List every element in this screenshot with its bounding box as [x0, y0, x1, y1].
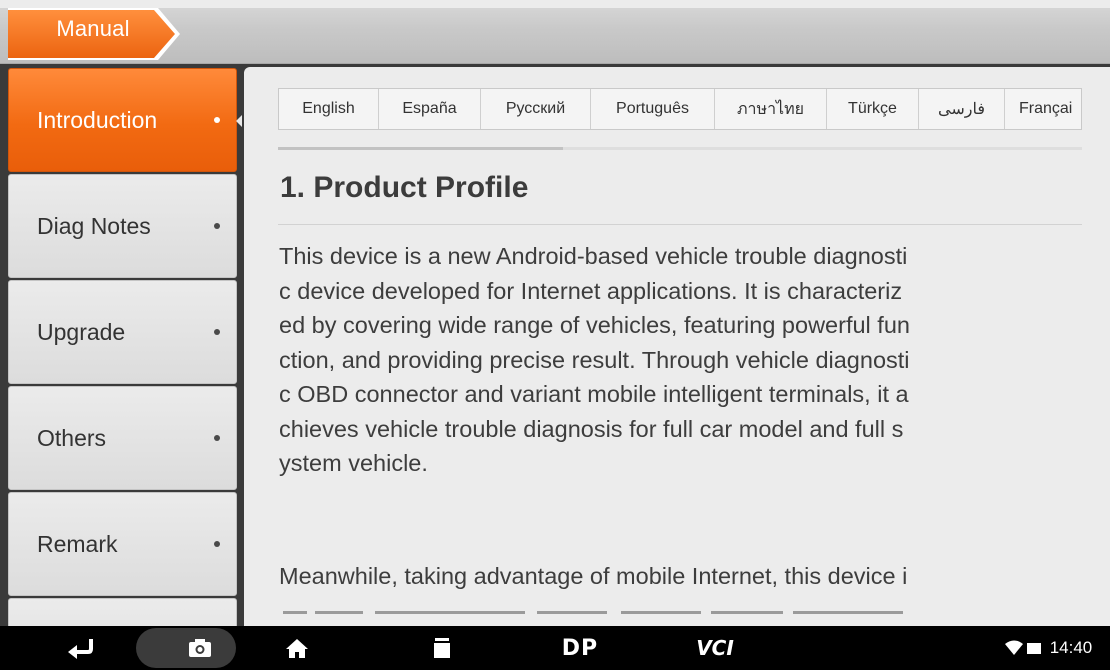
text-line: This device is a new Android-based vehic… [279, 243, 908, 269]
sidebar: Introduction Diag Notes Upgrade Others R… [0, 64, 242, 626]
top-strip [0, 0, 1110, 8]
sidebar-item-upgrade[interactable]: Upgrade [8, 280, 237, 384]
sidebar-item-introduction[interactable]: Introduction [8, 68, 237, 172]
section-heading: 1. Product Profile [280, 171, 529, 204]
bullet-icon [214, 117, 220, 123]
language-selector[interactable]: English España Русский Português ภาษาไทย… [278, 88, 1082, 130]
manual-content-panel[interactable]: English España Русский Português ภาษาไทย… [244, 67, 1110, 626]
system-nav-bar: DP VCI 14:40 [0, 626, 1110, 670]
vci-logo-icon: VCI [696, 636, 734, 660]
back-arrow-icon [68, 639, 93, 659]
clock-text: 14:40 [1049, 638, 1093, 657]
lang-option-turkce[interactable]: Türkçe [827, 89, 919, 129]
text-line: ction, and providing precise result. Thr… [279, 346, 910, 373]
bullet-icon [214, 223, 220, 229]
home-button[interactable] [282, 626, 312, 670]
lang-option-francais[interactable]: Françai [1005, 89, 1081, 129]
clipped-text-fragment [283, 610, 903, 614]
sidebar-item-label: Introduction [37, 106, 158, 133]
sidebar-item-remark[interactable]: Remark [8, 492, 237, 596]
paragraph-1: This device is a new Android-based vehic… [279, 239, 1085, 481]
wifi-icon [1003, 626, 1025, 670]
sidebar-item-label: Upgrade [37, 318, 126, 345]
page-title: Manual [56, 16, 130, 41]
lang-option-espana[interactable]: España [379, 89, 481, 129]
battery-icon [1026, 626, 1042, 670]
camera-icon [185, 626, 215, 670]
text-line-clipped [279, 594, 1085, 614]
bullet-icon [214, 435, 220, 441]
lang-option-farsi[interactable]: فارسی [919, 89, 1005, 129]
home-icon [286, 639, 308, 658]
recent-apps-icon [434, 638, 450, 658]
text-line: ystem vehicle. [279, 450, 428, 476]
text-line: ed by covering wide range of vehicles, f… [279, 312, 910, 338]
lang-option-russian[interactable]: Русский [481, 89, 591, 129]
heading-divider [278, 224, 1082, 225]
paragraph-2: Meanwhile, taking advantage of mobile In… [279, 559, 1085, 614]
lang-option-thai[interactable]: ภาษาไทย [715, 89, 827, 129]
text-line: c OBD connector and variant mobile intel… [279, 381, 909, 407]
sidebar-item-label: Others [37, 424, 107, 451]
language-scroll-track [278, 147, 1082, 150]
sidebar-item-diag-notes[interactable]: Diag Notes [8, 174, 237, 278]
lang-option-english[interactable]: English [279, 89, 379, 129]
vci-button[interactable]: VCI [690, 626, 740, 670]
bullet-icon [214, 329, 220, 335]
bullet-icon [214, 541, 220, 547]
manual-tab[interactable]: Manual [8, 8, 188, 60]
top-tab-bar: Manual [0, 0, 1110, 64]
text-line: Meanwhile, taking advantage of mobile In… [279, 563, 908, 589]
language-scroll-thumb[interactable] [278, 147, 563, 150]
back-button[interactable] [60, 626, 100, 670]
status-clock: 14:40 [1046, 626, 1096, 670]
sidebar-item-partial[interactable] [8, 598, 237, 626]
sidebar-item-label: Diag Notes [37, 212, 151, 239]
lang-option-portugues[interactable]: Português [591, 89, 715, 129]
sidebar-item-label: Remark [37, 530, 118, 557]
dp-logo-icon: DP [561, 635, 599, 661]
selection-pointer-icon [236, 115, 242, 127]
text-line: chieves vehicle trouble diagnosis for fu… [279, 415, 904, 442]
text-line: c device developed for Internet applicat… [279, 277, 903, 304]
recent-apps-button[interactable] [427, 626, 457, 670]
dp-button[interactable]: DP [555, 626, 605, 670]
sidebar-item-others[interactable]: Others [8, 386, 237, 490]
